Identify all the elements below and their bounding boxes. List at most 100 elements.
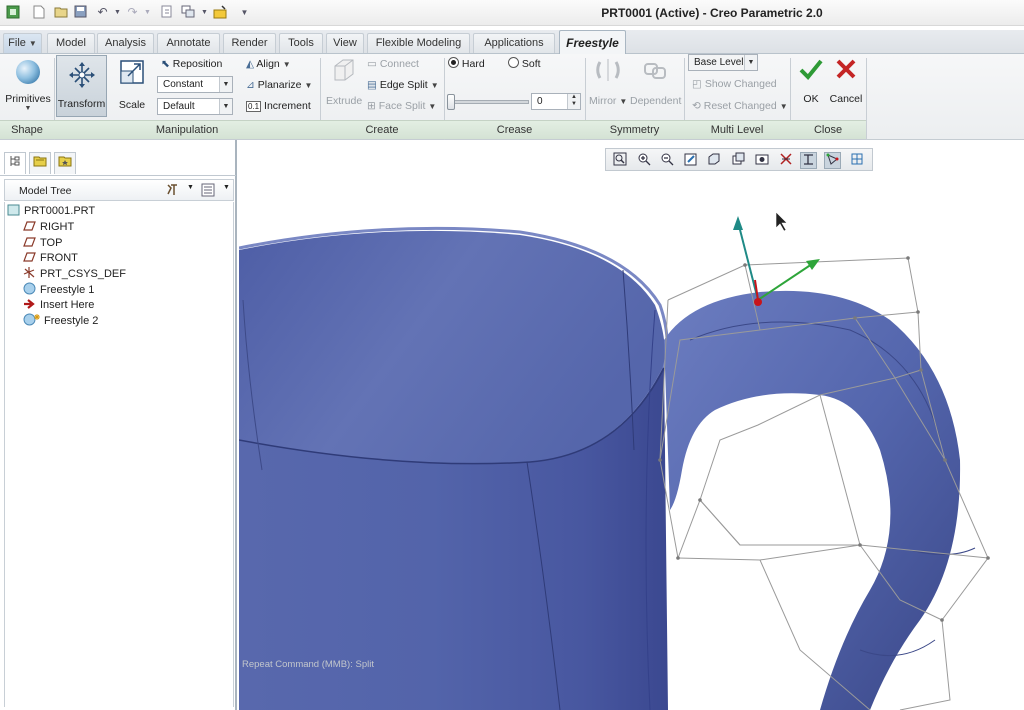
saved-orientations-icon[interactable] — [729, 152, 746, 169]
tab-applications[interactable]: Applications — [473, 33, 555, 53]
tab-flexible-modeling[interactable]: Flexible Modeling — [367, 33, 470, 53]
datum-plane-icon — [23, 236, 37, 248]
default-dropdown-icon[interactable]: ▼ — [219, 99, 232, 114]
favorites-tab[interactable] — [54, 152, 76, 174]
tree-item-front[interactable]: FRONT — [23, 250, 78, 266]
group-label-multi-level: Multi Level — [710, 124, 764, 136]
datum-plane-icon — [23, 220, 37, 232]
scale-icon — [112, 58, 152, 89]
edge-split-dropdown-icon[interactable]: ▼ — [431, 81, 439, 90]
base-level-select[interactable]: Base Level ▼ — [688, 54, 758, 71]
datum-display-icon[interactable] — [777, 152, 794, 169]
view-manager-icon[interactable] — [753, 152, 770, 169]
show-changed-icon: ◰ — [692, 78, 702, 90]
base-level-dropdown-icon[interactable]: ▼ — [744, 55, 757, 70]
mirror-button[interactable]: Mirror ▼ — [589, 56, 627, 107]
dependent-label: Dependent — [630, 95, 682, 107]
tree-item-insert-here[interactable]: Insert Here — [23, 297, 94, 313]
primitives-dropdown-icon[interactable]: ▼ — [5, 105, 51, 112]
model-tree: PRT0001.PRT RIGHT TOP FRONT PRT_CSYS_DEF… — [4, 202, 234, 707]
align-button[interactable]: ◭ Align ▼ — [246, 58, 291, 70]
tree-settings-dropdown-icon[interactable]: ▼ — [187, 184, 194, 191]
graphics-toolbar — [605, 148, 873, 171]
cancel-label: Cancel — [829, 93, 863, 105]
tree-icon — [10, 156, 20, 166]
planarize-icon: ⊿ — [246, 79, 255, 91]
cancel-button[interactable]: Cancel — [828, 58, 864, 105]
csys-icon — [23, 266, 37, 278]
ok-label: OK — [803, 93, 819, 105]
edge-split-button[interactable]: ▤ Edge Split ▼ — [367, 79, 439, 91]
tab-file[interactable]: File ▼ — [3, 33, 42, 53]
refit-icon[interactable] — [611, 152, 628, 169]
increment-icon: 0.1 — [246, 101, 262, 112]
tab-tools[interactable]: Tools — [279, 33, 323, 53]
mug-model-view[interactable] — [239, 140, 1024, 710]
group-label-crease: Crease — [496, 124, 533, 136]
connect-icon: ▭ — [367, 58, 377, 70]
tree-item-part[interactable]: PRT0001.PRT — [7, 203, 95, 219]
tab-freestyle[interactable]: Freestyle — [559, 30, 626, 55]
increment-button[interactable]: 0.1 Increment — [246, 100, 311, 112]
face-split-dropdown-icon[interactable]: ▼ — [428, 102, 436, 111]
model-tree-tab[interactable] — [4, 152, 26, 174]
extrude-button[interactable]: Extrude — [326, 56, 362, 107]
tab-view[interactable]: View — [326, 33, 364, 53]
reset-changed-dropdown-icon[interactable]: ▼ — [780, 102, 788, 111]
tab-render[interactable]: Render — [223, 33, 276, 53]
ribbon-tab-row: File ▼ Model Analysis Annotate Render Too… — [0, 30, 1024, 55]
face-split-button[interactable]: ⊞ Face Split ▼ — [367, 100, 436, 112]
transform-button[interactable]: Transform — [56, 55, 107, 117]
ok-button[interactable]: OK — [796, 58, 826, 105]
tab-annotate[interactable]: Annotate — [157, 33, 220, 53]
crease-slider-handle[interactable] — [447, 94, 455, 110]
mirror-icon — [589, 56, 627, 87]
align-dropdown-icon[interactable]: ▼ — [283, 60, 291, 69]
zoom-in-icon[interactable] — [635, 152, 652, 169]
tree-settings-icon[interactable] — [165, 183, 181, 200]
extrude-label: Extrude — [326, 95, 363, 107]
dependent-button[interactable]: Dependent — [630, 56, 682, 107]
default-select[interactable]: Default ▼ — [157, 98, 233, 115]
crease-value-input[interactable]: 0 ▲ ▼ — [531, 93, 581, 110]
soft-radio[interactable]: Soft — [508, 56, 541, 70]
connect-button[interactable]: ▭ Connect — [367, 58, 419, 70]
show-icon[interactable] — [201, 183, 215, 200]
repaint-icon[interactable] — [682, 152, 699, 169]
planarize-dropdown-icon[interactable]: ▼ — [305, 81, 313, 90]
scale-button[interactable]: Scale — [112, 56, 152, 111]
planarize-button[interactable]: ⊿ Planarize ▼ — [246, 79, 312, 91]
tree-item-csys[interactable]: PRT_CSYS_DEF — [23, 266, 126, 282]
tab-analysis[interactable]: Analysis — [97, 33, 154, 53]
reposition-button[interactable]: ⬉ Reposition — [161, 58, 222, 70]
crease-spinner-icon[interactable]: ▲ ▼ — [567, 94, 580, 109]
zoom-out-icon[interactable] — [658, 152, 675, 169]
constant-select[interactable]: Constant ▼ — [157, 76, 233, 93]
dependent-icon — [630, 56, 680, 87]
mirror-label: Mirror ▼ — [589, 95, 628, 107]
show-dropdown-icon[interactable]: ▼ — [223, 184, 230, 191]
tree-item-freestyle-2[interactable]: Freestyle 2 — [23, 313, 98, 329]
sphere-icon — [5, 58, 51, 89]
ribbon-divider — [866, 58, 867, 140]
constant-dropdown-icon[interactable]: ▼ — [219, 77, 232, 92]
favorites-folder-icon — [58, 156, 72, 167]
tree-item-right[interactable]: RIGHT — [23, 219, 74, 235]
reset-changed-button[interactable]: ⟲ Reset Changed ▼ — [692, 100, 788, 112]
graphics-window[interactable] — [239, 140, 1024, 710]
tab-model[interactable]: Model — [47, 33, 95, 53]
freestyle-active-icon — [23, 313, 41, 326]
primitives-button[interactable]: Primitives ▼ — [5, 58, 51, 112]
folder-browser-tab[interactable] — [29, 152, 51, 174]
crease-slider[interactable] — [447, 94, 529, 110]
annotation-display-icon[interactable] — [800, 152, 817, 169]
display-style-icon[interactable] — [705, 152, 722, 169]
tree-item-top[interactable]: TOP — [23, 235, 62, 251]
hard-radio[interactable]: Hard — [448, 56, 485, 70]
tree-item-freestyle-1[interactable]: Freestyle 1 — [23, 282, 94, 298]
reset-changed-icon: ⟲ — [692, 100, 701, 112]
mesh-grid-icon[interactable] — [848, 152, 865, 169]
insert-arrow-icon — [23, 298, 37, 310]
control-mesh-icon[interactable] — [824, 152, 841, 169]
show-changed-button[interactable]: ◰ Show Changed — [692, 78, 777, 90]
